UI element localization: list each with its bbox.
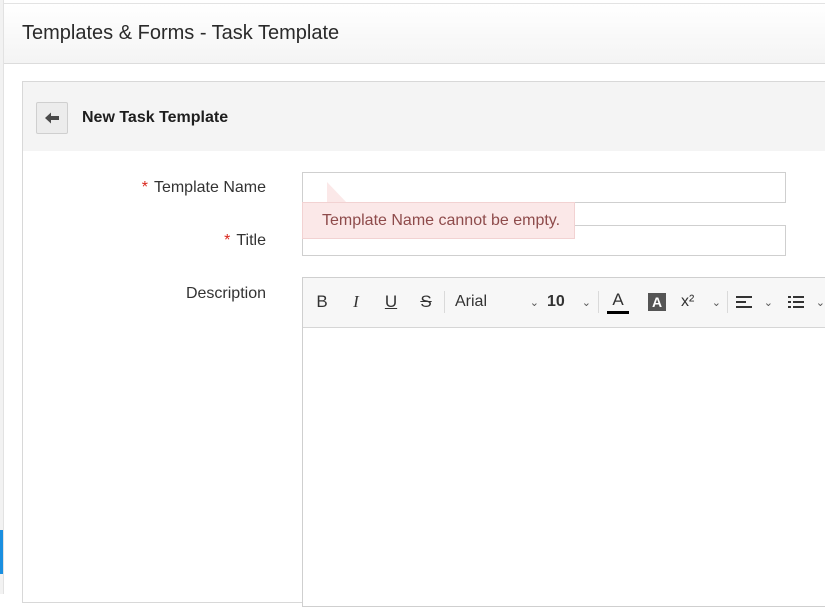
chevron-down-icon: ⌄: [711, 296, 721, 309]
arrow-left-icon: [45, 112, 59, 124]
panel-title: New Task Template: [82, 109, 229, 126]
toolbar-separator: [598, 291, 599, 313]
bulleted-list-icon: [788, 296, 804, 308]
strikethrough-icon: S: [420, 292, 432, 311]
required-marker: *: [141, 179, 148, 196]
highlight-button[interactable]: A: [645, 289, 669, 315]
back-button[interactable]: [36, 102, 68, 134]
chevron-down-icon: ⌄: [529, 296, 539, 309]
underline-button[interactable]: U: [380, 289, 402, 315]
align-left-icon: [736, 296, 752, 308]
editor-content-area[interactable]: [303, 327, 825, 606]
editor-toolbar: B I U S Arial ⌄ 10 ⌄ A A x² ⌄ ⌄ ⌄: [303, 278, 825, 328]
font-color-button[interactable]: A: [606, 289, 630, 315]
panel-header: New Task Template: [23, 82, 825, 151]
font-family-value: Arial: [455, 293, 488, 310]
italic-icon: I: [353, 292, 359, 311]
align-button[interactable]: ⌄: [735, 289, 773, 315]
title-label: * Title: [224, 232, 266, 250]
template-name-input[interactable]: [302, 172, 786, 203]
chevron-down-icon: ⌄: [763, 296, 773, 309]
bold-icon: B: [316, 292, 328, 311]
required-marker: *: [224, 232, 231, 249]
superscript-icon: x²: [681, 293, 695, 310]
highlight-icon: A: [648, 293, 666, 311]
toolbar-separator: [444, 291, 445, 313]
font-family-select[interactable]: Arial ⌄: [455, 289, 539, 315]
strikethrough-button[interactable]: S: [415, 289, 437, 315]
font-size-value: 10: [547, 293, 565, 310]
title-label-text: Title: [236, 232, 266, 249]
superscript-button[interactable]: x² ⌄: [681, 289, 721, 315]
chevron-down-icon: ⌄: [815, 296, 825, 309]
left-sidebar-edge: [0, 0, 4, 594]
font-size-select[interactable]: 10 ⌄: [547, 289, 591, 315]
error-tooltip: Template Name cannot be empty.: [302, 202, 575, 239]
template-name-label: * Template Name: [142, 179, 266, 197]
underline-icon: U: [384, 292, 398, 311]
toolbar-separator: [727, 291, 728, 313]
font-color-swatch: [607, 310, 629, 314]
description-label: Description: [185, 285, 266, 302]
page-header: Templates & Forms - Task Template: [4, 3, 825, 64]
list-button[interactable]: ⌄: [787, 289, 825, 315]
font-color-icon: A: [612, 289, 624, 309]
description-editor: B I U S Arial ⌄ 10 ⌄ A A x² ⌄ ⌄ ⌄: [302, 277, 825, 607]
italic-button[interactable]: I: [345, 289, 367, 315]
sidebar-active-indicator: [0, 530, 3, 574]
error-tooltip-arrow: [327, 182, 347, 203]
form-panel: New Task Template * Template Name * Title …: [22, 81, 825, 607]
bold-button[interactable]: B: [311, 289, 333, 315]
page-title: Templates & Forms - Task Template: [22, 22, 340, 44]
chevron-down-icon: ⌄: [581, 296, 591, 309]
template-name-label-text: Template Name: [153, 179, 266, 196]
